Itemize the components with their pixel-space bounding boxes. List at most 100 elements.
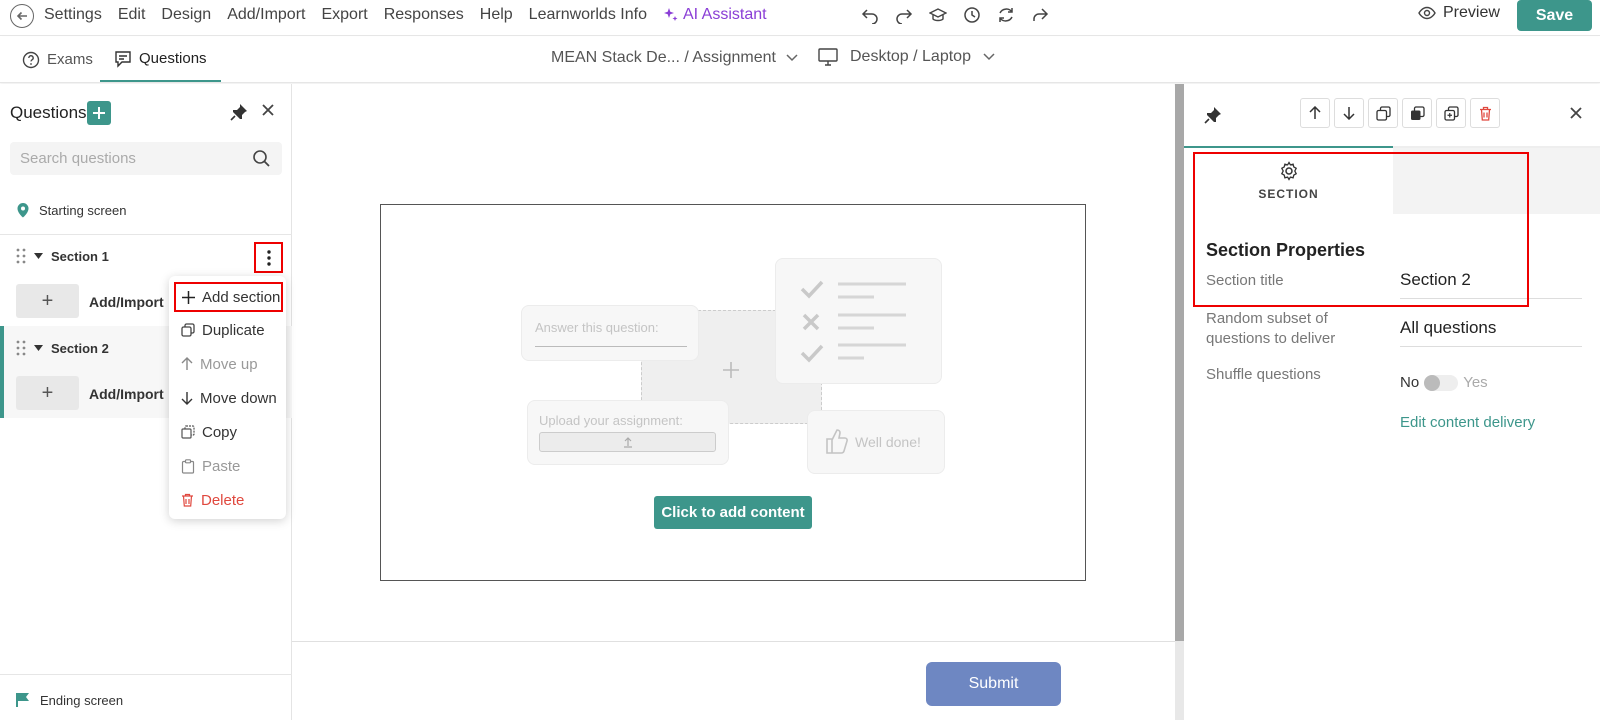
upload-bar — [539, 432, 716, 452]
menu-add-import[interactable]: Add/Import — [219, 6, 313, 24]
main-menu: Settings Edit Design Add/Import Export R… — [44, 0, 775, 30]
ai-assistant-label: AI Assistant — [682, 6, 767, 23]
menu-item-duplicate[interactable]: Duplicate — [169, 315, 286, 345]
starting-screen-item[interactable]: Starting screen — [16, 202, 126, 218]
undo-icon[interactable] — [860, 5, 880, 25]
questions-icon — [115, 50, 131, 68]
menu-item-delete[interactable]: Delete — [169, 485, 286, 515]
panel-title: Questions — [10, 103, 87, 122]
arrow-up-icon — [1309, 106, 1321, 119]
caret-down-icon[interactable] — [34, 253, 43, 259]
random-subset-select[interactable]: All questions — [1400, 318, 1582, 347]
starting-screen-label: Starting screen — [39, 202, 127, 218]
menu-item-label: Move down — [200, 389, 277, 407]
section-row[interactable]: Section 1 — [0, 234, 292, 278]
ending-screen-label: Ending screen — [40, 692, 124, 708]
menu-item-label: Add section — [202, 288, 281, 306]
scrollbar-track — [1175, 641, 1184, 720]
add-question-button[interactable] — [87, 101, 111, 125]
menu-item-paste[interactable]: Paste — [169, 451, 286, 481]
view-tabs-bar: Exams Questions MEAN Stack De... / Assig… — [0, 37, 1600, 83]
device-label: Desktop / Laptop — [850, 48, 971, 65]
add-import-label[interactable]: Add/Import — [89, 386, 164, 402]
add-content-button[interactable]: Click to add content — [654, 496, 812, 529]
menu-learnworlds-info[interactable]: Learnworlds Info — [521, 6, 655, 24]
menu-item-label: Copy — [202, 423, 238, 441]
clock-icon[interactable] — [962, 5, 982, 25]
drag-handle-icon[interactable] — [16, 340, 26, 356]
more-options-icon[interactable] — [254, 242, 283, 273]
edit-content-delivery-link[interactable]: Edit content delivery — [1400, 414, 1535, 431]
toggle-yes-label: Yes — [1463, 374, 1488, 391]
tab-questions[interactable]: Questions — [100, 37, 221, 82]
menu-settings[interactable]: Settings — [44, 6, 110, 24]
search-icon[interactable] — [252, 149, 271, 168]
plus-icon — [93, 107, 105, 119]
menu-item-move-down[interactable]: Move down — [169, 383, 286, 413]
ending-screen-item[interactable]: Ending screen — [16, 692, 123, 708]
shuffle-questions-label: Shuffle questions — [1206, 366, 1321, 383]
arrow-up-icon — [181, 357, 193, 370]
paste-button[interactable] — [1436, 98, 1466, 128]
paste-icon — [1443, 105, 1459, 121]
refresh-icon[interactable] — [996, 5, 1016, 25]
menu-responses[interactable]: Responses — [376, 6, 472, 24]
monitor-icon — [818, 48, 838, 66]
graduation-cap-icon[interactable] — [928, 5, 948, 25]
flag-icon — [16, 693, 29, 707]
share-icon[interactable] — [1030, 5, 1050, 25]
menu-help[interactable]: Help — [472, 6, 521, 24]
section-toolbar — [1300, 98, 1500, 128]
delete-button[interactable] — [1470, 98, 1500, 128]
duplicate-button[interactable] — [1402, 98, 1432, 128]
upload-card-illustration: Upload your assignment: — [527, 400, 729, 465]
section-context-menu: Add section Duplicate Move up Move down … — [169, 276, 286, 519]
close-icon[interactable] — [1569, 106, 1583, 120]
pin-icon[interactable] — [230, 103, 248, 121]
breadcrumb[interactable]: MEAN Stack De... / Assignment — [551, 49, 798, 67]
move-down-button[interactable] — [1334, 98, 1364, 128]
caret-down-icon[interactable] — [34, 345, 43, 351]
save-button[interactable]: Save — [1517, 0, 1592, 31]
arrow-down-icon — [181, 392, 193, 405]
random-subset-label: Random subset of questions to deliver — [1206, 310, 1336, 347]
preview-button[interactable]: Preview — [1418, 4, 1500, 22]
canvas-scrollbar[interactable] — [1175, 84, 1184, 641]
menu-item-add-section[interactable]: Add section — [174, 282, 283, 312]
duplicate-icon — [1410, 105, 1425, 120]
redo-icon[interactable] — [894, 5, 914, 25]
copy-button[interactable] — [1368, 98, 1398, 128]
submit-button[interactable]: Submit — [926, 662, 1061, 706]
history-tools — [860, 5, 1050, 25]
upload-icon — [624, 437, 632, 448]
add-import-label[interactable]: Add/Import — [89, 294, 164, 310]
menu-design[interactable]: Design — [153, 6, 219, 24]
copy-icon — [181, 425, 195, 439]
device-selector[interactable]: Desktop / Laptop — [818, 48, 995, 66]
shuffle-toggle[interactable] — [1424, 374, 1459, 391]
menu-edit[interactable]: Edit — [110, 6, 154, 24]
close-icon[interactable] — [261, 103, 275, 117]
tab-exams[interactable]: Exams — [22, 37, 93, 82]
tab-exams-label: Exams — [47, 51, 93, 68]
menu-item-move-up[interactable]: Move up — [169, 349, 286, 379]
search-box — [10, 142, 282, 175]
drag-handle-icon[interactable] — [16, 248, 26, 264]
add-item-button[interactable]: + — [16, 284, 79, 318]
menu-export[interactable]: Export — [313, 6, 375, 24]
top-menu-bar: Settings Edit Design Add/Import Export R… — [0, 0, 1600, 36]
pin-icon[interactable] — [1204, 106, 1222, 124]
move-up-button[interactable] — [1300, 98, 1330, 128]
search-input[interactable] — [10, 142, 240, 175]
properties-panel: SECTION Section Properties Section title… — [1184, 84, 1600, 720]
menu-item-label: Delete — [201, 491, 245, 509]
tab-questions-label: Questions — [139, 50, 207, 67]
checklist-card-illustration — [775, 258, 942, 384]
menu-ai-assistant[interactable]: AI Assistant — [655, 6, 775, 24]
back-arrow-icon[interactable] — [10, 4, 34, 28]
plus-icon — [182, 290, 195, 304]
plus-icon — [723, 362, 739, 378]
divider — [0, 674, 292, 675]
menu-item-copy[interactable]: Copy — [169, 417, 286, 447]
add-item-button[interactable]: + — [16, 376, 79, 410]
